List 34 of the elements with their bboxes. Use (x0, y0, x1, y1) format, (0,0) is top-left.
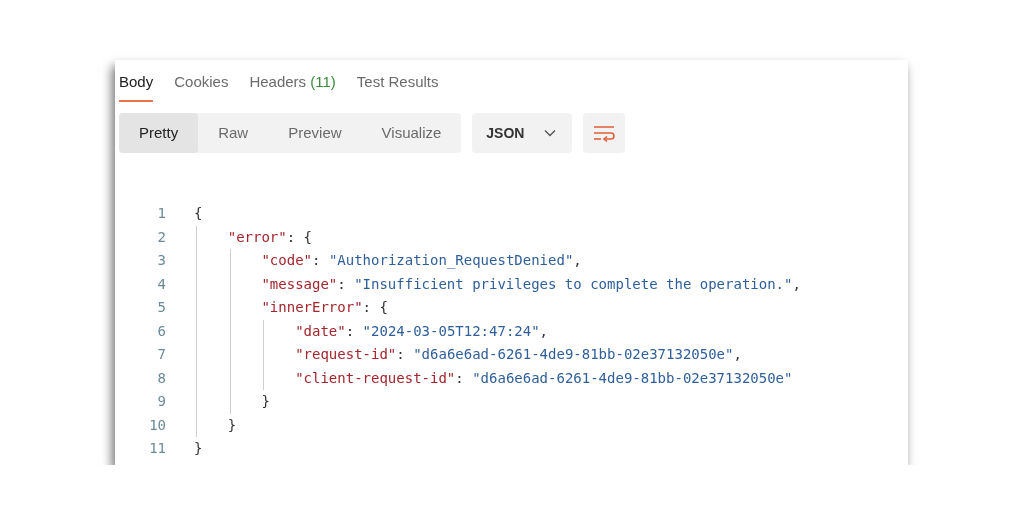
line-number: 4 (156, 274, 166, 294)
code-line: "code": "Authorization_RequestDenied", (261, 251, 582, 271)
code-line: "date": "2024-03-05T12:47:24", (295, 321, 549, 341)
tab[interactable]: Headers (11) (249, 70, 336, 102)
code-line: } (227, 415, 237, 435)
line-number: 10 (148, 415, 166, 435)
wrap-lines-button[interactable] (583, 113, 626, 153)
view-mode-tab[interactable]: Visualize (361, 113, 462, 153)
view-mode-tab[interactable]: Pretty (119, 113, 199, 153)
line-number: 2 (156, 227, 166, 247)
tab[interactable]: Cookies (174, 70, 229, 102)
line-number: 11 (148, 439, 166, 459)
code-line: "request-id": "d6a6e6ad-6261-4de9-81bb-02e37132050e", (295, 345, 742, 365)
tab[interactable]: Body (119, 70, 154, 102)
chevron-down-icon (544, 129, 557, 137)
line-number: 3 (156, 251, 166, 271)
view-mode-tab[interactable]: Preview (268, 113, 362, 153)
line-number: 1 (156, 204, 166, 224)
line-number: 7 (156, 345, 166, 365)
line-number: 6 (156, 321, 166, 341)
code-line: { (194, 204, 203, 224)
code-line: "error": { (227, 227, 313, 247)
view-mode-tab[interactable]: Raw (198, 113, 269, 153)
line-number: 9 (156, 392, 166, 412)
code-line: "message": "Insufficient privileges to complete the operation.", (261, 274, 801, 294)
wrap-lines-icon (593, 124, 616, 142)
line-number: 5 (156, 298, 166, 318)
code-line: "innerError": { (261, 298, 388, 318)
code-line: } (261, 392, 270, 412)
format-dropdown[interactable]: JSON (472, 113, 573, 153)
code-line: } (194, 439, 203, 459)
tab[interactable]: Test Results (356, 70, 439, 102)
line-number: 8 (156, 368, 166, 388)
code-line: "client-request-id": "d6a6e6ad-6261-4de9-81bb-02e37132050e" (295, 368, 793, 388)
